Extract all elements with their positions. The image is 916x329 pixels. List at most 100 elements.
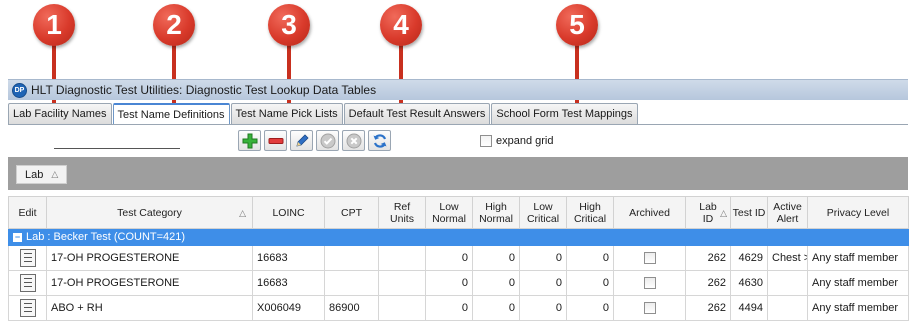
remove-button[interactable]	[264, 130, 287, 151]
refresh-icon	[373, 133, 386, 148]
cell-ref-units	[378, 270, 426, 296]
column-header-ref-units[interactable]: Ref Units	[378, 196, 426, 229]
cell-high-critical: 0	[566, 295, 614, 321]
cell-privacy-level: Any staff member	[807, 295, 909, 321]
grid-toolbar	[238, 130, 391, 151]
grid-header-row: Edit Test Category △ LOINC CPT Ref Units …	[8, 196, 909, 229]
group-by-chip-label: Lab	[25, 168, 44, 181]
remove-icon	[268, 137, 283, 144]
cell-active-alert: Chest >	[767, 245, 808, 271]
approve-button[interactable]	[316, 130, 339, 151]
refresh-button[interactable]	[368, 130, 391, 151]
archived-checkbox[interactable]	[643, 302, 656, 315]
archived-checkbox[interactable]	[643, 277, 656, 290]
cell-archived	[613, 295, 686, 321]
row-edit-cell[interactable]	[8, 270, 47, 296]
column-header-active-alert[interactable]: Active Alert	[767, 196, 808, 229]
cell-active-alert	[767, 295, 808, 321]
row-edit-cell[interactable]	[8, 295, 47, 321]
cell-lab-id: 262	[685, 270, 731, 296]
expand-grid-toggle[interactable]: expand grid	[480, 135, 554, 147]
cell-low-critical: 0	[519, 270, 567, 296]
sort-ascending-icon[interactable]: △	[720, 207, 727, 219]
cell-high-normal: 0	[472, 295, 520, 321]
tab-test-name-pick-lists[interactable]: Test Name Pick Lists	[230, 103, 343, 124]
cell-high-critical: 0	[566, 245, 614, 271]
sort-ascending-icon[interactable]: △	[239, 207, 246, 219]
cell-test-category: 17-OH PROGESTERONE	[46, 245, 253, 271]
cell-privacy-level: Any staff member	[807, 270, 909, 296]
cell-archived	[613, 270, 686, 296]
edit-pencil-icon	[295, 133, 309, 147]
sort-ascending-icon: △	[51, 169, 59, 179]
cell-ref-units	[378, 245, 426, 271]
cell-cpt	[324, 270, 379, 296]
tab-divider	[8, 124, 908, 125]
column-header-high-critical[interactable]: High Critical	[566, 196, 614, 229]
cell-test-category: ABO + RH	[46, 295, 253, 321]
column-header-archived[interactable]: Archived	[613, 196, 686, 229]
window-title-bar: DP HLT Diagnostic Test Utilities: Diagno…	[8, 79, 908, 100]
cell-active-alert	[767, 270, 808, 296]
group-row-label: Lab : Becker Test (COUNT=421)	[26, 231, 186, 243]
column-header-loinc[interactable]: LOINC	[252, 196, 325, 229]
add-button[interactable]	[238, 130, 261, 151]
cell-low-critical: 0	[519, 295, 567, 321]
expand-grid-checkbox[interactable]	[480, 135, 492, 147]
cell-ref-units	[378, 295, 426, 321]
column-header-low-critical[interactable]: Low Critical	[519, 196, 567, 229]
edit-button[interactable]	[290, 130, 313, 151]
column-header-test-id[interactable]: Test ID	[730, 196, 768, 229]
cell-cpt: 86900	[324, 295, 379, 321]
tab-bar: Lab Facility Names Test Name Definitions…	[8, 103, 639, 124]
column-header-cpt[interactable]: CPT	[324, 196, 379, 229]
archived-checkbox[interactable]	[643, 252, 656, 265]
tab-school-form-test-mappings[interactable]: School Form Test Mappings	[491, 103, 638, 124]
cell-low-normal: 0	[425, 245, 473, 271]
cell-high-normal: 0	[472, 270, 520, 296]
app-logo-icon: DP	[12, 82, 27, 98]
cancel-button[interactable]	[342, 130, 365, 151]
cell-archived	[613, 245, 686, 271]
column-header-test-category[interactable]: Test Category △	[46, 196, 253, 229]
group-row-becker-test[interactable]: − Lab : Becker Test (COUNT=421)	[8, 228, 909, 246]
cell-loinc: X006049	[252, 295, 325, 321]
cell-low-normal: 0	[425, 270, 473, 296]
cell-test-id: 4630	[730, 270, 768, 296]
table-row[interactable]: 17-OH PROGESTERONE 16683 0 0 0 0 262 462…	[8, 245, 909, 271]
group-by-panel: Lab △	[8, 157, 908, 190]
tab-lab-facility-names[interactable]: Lab Facility Names	[8, 103, 112, 124]
test-definitions-grid: Edit Test Category △ LOINC CPT Ref Units …	[8, 196, 909, 321]
cell-high-critical: 0	[566, 270, 614, 296]
cell-test-category: 17-OH PROGESTERONE	[46, 270, 253, 296]
cell-test-id: 4494	[730, 295, 768, 321]
edit-row-icon[interactable]	[19, 249, 36, 267]
column-header-high-normal[interactable]: High Normal	[472, 196, 520, 229]
cell-high-normal: 0	[472, 245, 520, 271]
cell-low-normal: 0	[425, 295, 473, 321]
group-by-chip-lab[interactable]: Lab △	[16, 165, 68, 184]
column-header-privacy-level[interactable]: Privacy Level	[807, 196, 909, 229]
cell-loinc: 16683	[252, 270, 325, 296]
blank-field-line	[54, 148, 180, 149]
row-edit-cell[interactable]	[8, 245, 47, 271]
window-title: HLT Diagnostic Test Utilities: Diagnosti…	[31, 83, 377, 97]
cell-cpt	[324, 245, 379, 271]
column-header-low-normal[interactable]: Low Normal	[425, 196, 473, 229]
expand-grid-label: expand grid	[496, 135, 554, 147]
tab-default-test-result-answers[interactable]: Default Test Result Answers	[343, 103, 491, 124]
cell-test-id: 4629	[730, 245, 768, 271]
cancel-icon	[346, 133, 361, 148]
cell-lab-id: 262	[685, 295, 731, 321]
cell-low-critical: 0	[519, 245, 567, 271]
tab-test-name-definitions[interactable]: Test Name Definitions	[112, 103, 230, 124]
edit-row-icon[interactable]	[19, 299, 36, 317]
cell-lab-id: 262	[685, 245, 731, 271]
table-row[interactable]: ABO + RH X006049 86900 0 0 0 0 262 4494 …	[8, 295, 909, 321]
edit-row-icon[interactable]	[19, 274, 36, 292]
column-header-edit[interactable]: Edit	[8, 196, 47, 229]
column-header-lab-id[interactable]: Lab ID △	[685, 196, 731, 229]
table-row[interactable]: 17-OH PROGESTERONE 16683 0 0 0 0 262 463…	[8, 270, 909, 296]
cell-privacy-level: Any staff member	[807, 245, 909, 271]
collapse-group-icon[interactable]: −	[13, 232, 22, 242]
